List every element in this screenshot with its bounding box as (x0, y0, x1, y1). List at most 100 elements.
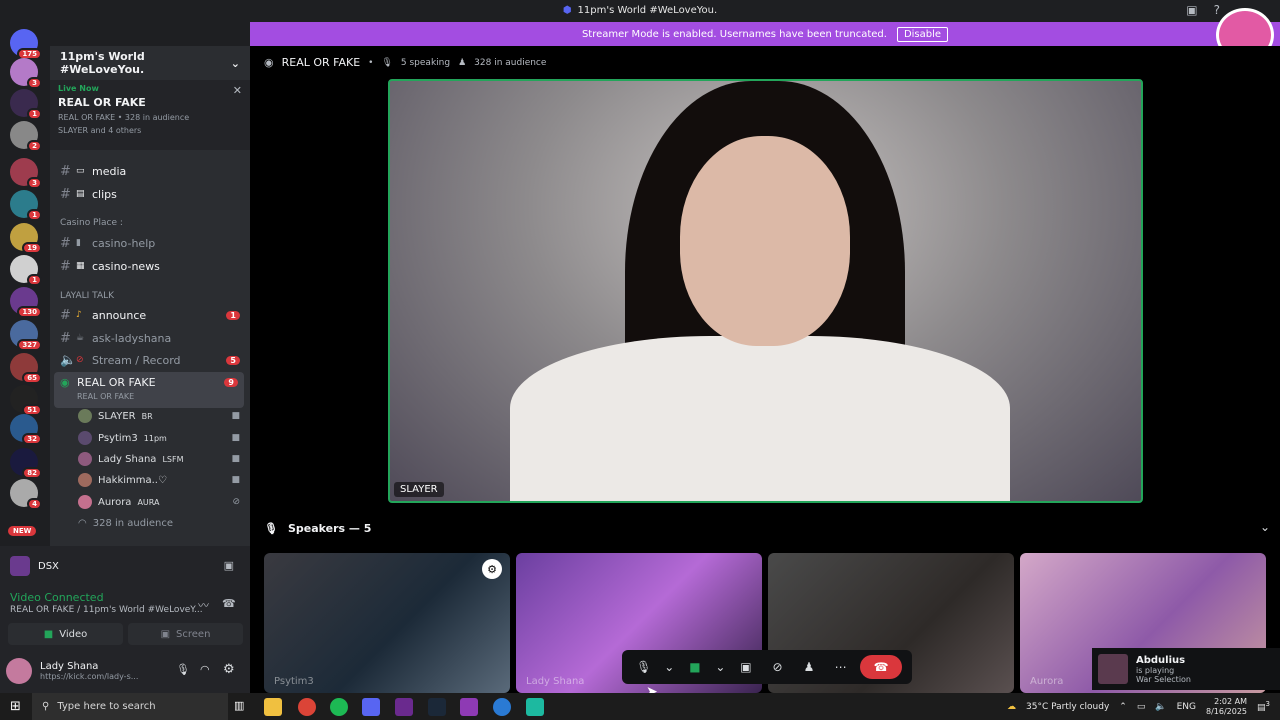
server-icon[interactable]: 51 (10, 385, 42, 416)
channel-clips[interactable]: # ▤ clips (50, 183, 250, 205)
screen-button[interactable]: ▣ Screen (128, 623, 243, 645)
speaker-tile[interactable]: ⚙ Psytim3 (264, 553, 510, 693)
server-icon[interactable]: 65 (10, 353, 42, 384)
audience-count: 328 in audience (474, 57, 547, 68)
app-icon[interactable] (493, 698, 511, 716)
server-icon[interactable]: 19 (10, 223, 42, 254)
mic-icon[interactable]: 🎙 (632, 655, 656, 679)
weather-text[interactable]: 35°C Partly cloudy (1026, 702, 1109, 712)
speaker-item[interactable]: Hakkimma..♡ ■ (78, 470, 248, 490)
server-icon[interactable]: 32 (10, 414, 42, 445)
no-icon: ⊘ (76, 355, 84, 365)
news-icon: ▦ (76, 261, 85, 271)
settings-icon[interactable]: ⚙ (482, 559, 502, 579)
video-button[interactable]: ■ Video (8, 623, 123, 645)
film-icon: ▤ (76, 189, 85, 199)
clock[interactable]: 2:02 AM 8/16/2025 (1206, 697, 1247, 717)
category-layali[interactable]: LAYALI TALK (60, 291, 114, 301)
focused-video[interactable]: SLAYER (388, 79, 1143, 503)
activity-icon[interactable]: ⊘ (766, 655, 790, 679)
speaker-item[interactable]: Aurora AURA ⊘ (78, 492, 248, 512)
category-casino[interactable]: Casino Place : (60, 218, 123, 228)
steam-icon[interactable] (428, 698, 446, 716)
language-indicator[interactable]: ENG (1177, 702, 1196, 712)
chevron-down-icon[interactable]: ⌄ (714, 655, 726, 679)
home-icon[interactable]: 175 (10, 29, 42, 60)
audience-icon: ♟ (458, 57, 467, 68)
leave-call-button[interactable]: ☎ (860, 655, 903, 679)
avatar (6, 658, 32, 684)
speaker-item[interactable]: Psytim3 11pm ■ (78, 428, 248, 448)
app-icon[interactable] (526, 698, 544, 716)
voice-channel[interactable]: REAL OR FAKE / 11pm's World #WeLoveY... (10, 605, 203, 615)
chevron-down-icon: ⌄ (230, 56, 240, 70)
channel-media[interactable]: # ▭ media (50, 160, 250, 182)
user-info[interactable]: Lady Shana https://kick.com/lady-s... (6, 652, 246, 690)
live-label: Live Now (58, 84, 99, 93)
channel-ask-ladyshana[interactable]: # ☕ ask-ladyshana (50, 327, 250, 349)
noise-icon[interactable]: 〰 (198, 597, 209, 613)
screen-share-icon[interactable]: ▣ (224, 559, 234, 572)
chevron-down-icon[interactable]: ⌄ (663, 655, 675, 679)
stage-title: REAL OR FAKE (281, 56, 361, 69)
server-icon[interactable]: 4 (10, 479, 42, 510)
more-icon[interactable]: ⋯ (829, 655, 853, 679)
voice-channel-real-or-fake[interactable]: ◉ REAL OR FAKE REAL OR FAKE 9 (54, 372, 244, 408)
camera-icon[interactable]: ■ (683, 655, 707, 679)
network-icon[interactable]: ▭ (1137, 702, 1146, 712)
avatar (78, 495, 92, 509)
help-icon[interactable]: ? (1214, 3, 1220, 17)
audience-count[interactable]: ◠ 328 in audience (78, 513, 248, 533)
channel-announce[interactable]: # ♪ announce 1 (50, 304, 250, 326)
nzxt-icon[interactable] (395, 698, 413, 716)
server-icon[interactable]: 2 (10, 121, 42, 152)
disable-button[interactable]: Disable (896, 26, 949, 42)
taskbar-search[interactable]: ⚲ Type here to search (32, 693, 228, 720)
app-icon[interactable] (460, 698, 478, 716)
task-view-icon[interactable]: ▥ (234, 699, 244, 712)
chrome-icon[interactable] (298, 698, 316, 716)
speaker-item[interactable]: SLAYER BR ■ (78, 406, 248, 426)
file-explorer-icon[interactable] (264, 698, 282, 716)
camera-icon: ■ (231, 411, 240, 421)
channel-casino-help[interactable]: # ▮ casino-help (50, 232, 250, 254)
notification-icon[interactable]: ▤3 (1257, 700, 1270, 713)
server-icon[interactable]: 327 (10, 320, 42, 351)
title-bar: ⬢ 11pm's World #WeLoveYou. ▣ ? (0, 0, 1280, 21)
speaker-item[interactable]: Lady Shana LSFM ■ (78, 449, 248, 469)
disconnect-icon[interactable]: ☎ (222, 597, 236, 610)
discord-icon[interactable] (362, 698, 380, 716)
inbox-icon[interactable]: ▣ (1186, 3, 1197, 17)
invite-icon[interactable]: ♟ (797, 655, 821, 679)
stage-main: ◉ REAL OR FAKE • 🎙 5 speaking ♟ 328 in aud… (250, 46, 1280, 700)
mic-icon: 🎙 (381, 57, 393, 68)
screen-share-icon[interactable]: ▣ (734, 655, 758, 679)
streamer-mode-banner: Streamer Mode is enabled. Usernames have… (250, 22, 1280, 46)
speakers-header: 🎙 Speakers — 5 (264, 522, 372, 535)
activity-row[interactable]: DSX (10, 556, 59, 576)
server-icon[interactable]: 1 (10, 190, 42, 221)
gear-icon[interactable]: ⚙ (223, 662, 235, 677)
headphones-icon[interactable]: ◠ (200, 663, 210, 676)
server-icon[interactable]: 1 (10, 89, 42, 120)
server-icon[interactable]: 3 (10, 58, 42, 89)
activity-toast[interactable]: Abdulius is playing War Selection (1092, 648, 1280, 690)
windows-taskbar: ⊞ ⚲ Type here to search ▥ ☁ 35°C Partly c… (0, 693, 1280, 720)
chevron-down-icon[interactable]: ⌄ (1260, 520, 1270, 534)
chevron-up-icon[interactable]: ⌃ (1119, 702, 1127, 712)
channel-stream-record[interactable]: 🔈 ⊘ Stream / Record 5 (50, 349, 250, 371)
server-icon[interactable]: 82 (10, 448, 42, 479)
volume-icon[interactable]: 🔈 (1155, 702, 1166, 712)
server-icon[interactable]: 1 (10, 255, 42, 286)
windows-start-icon[interactable]: ⊞ (10, 699, 21, 714)
mic-icon[interactable]: 🎙 (176, 663, 190, 676)
channel-casino-news[interactable]: # ▦ casino-news (50, 255, 250, 277)
hash-icon: # (60, 330, 71, 346)
hash-icon: # (60, 307, 71, 323)
server-header[interactable]: 11pm's World #WeLoveYou. ⌄ (50, 46, 250, 80)
server-icon[interactable]: 3 (10, 158, 42, 189)
close-icon[interactable]: ✕ (233, 84, 242, 97)
server-icon[interactable]: 130 (10, 287, 42, 318)
live-now-card[interactable]: Live Now REAL OR FAKE REAL OR FAKE • 328… (50, 80, 250, 150)
spotify-icon[interactable] (330, 698, 348, 716)
